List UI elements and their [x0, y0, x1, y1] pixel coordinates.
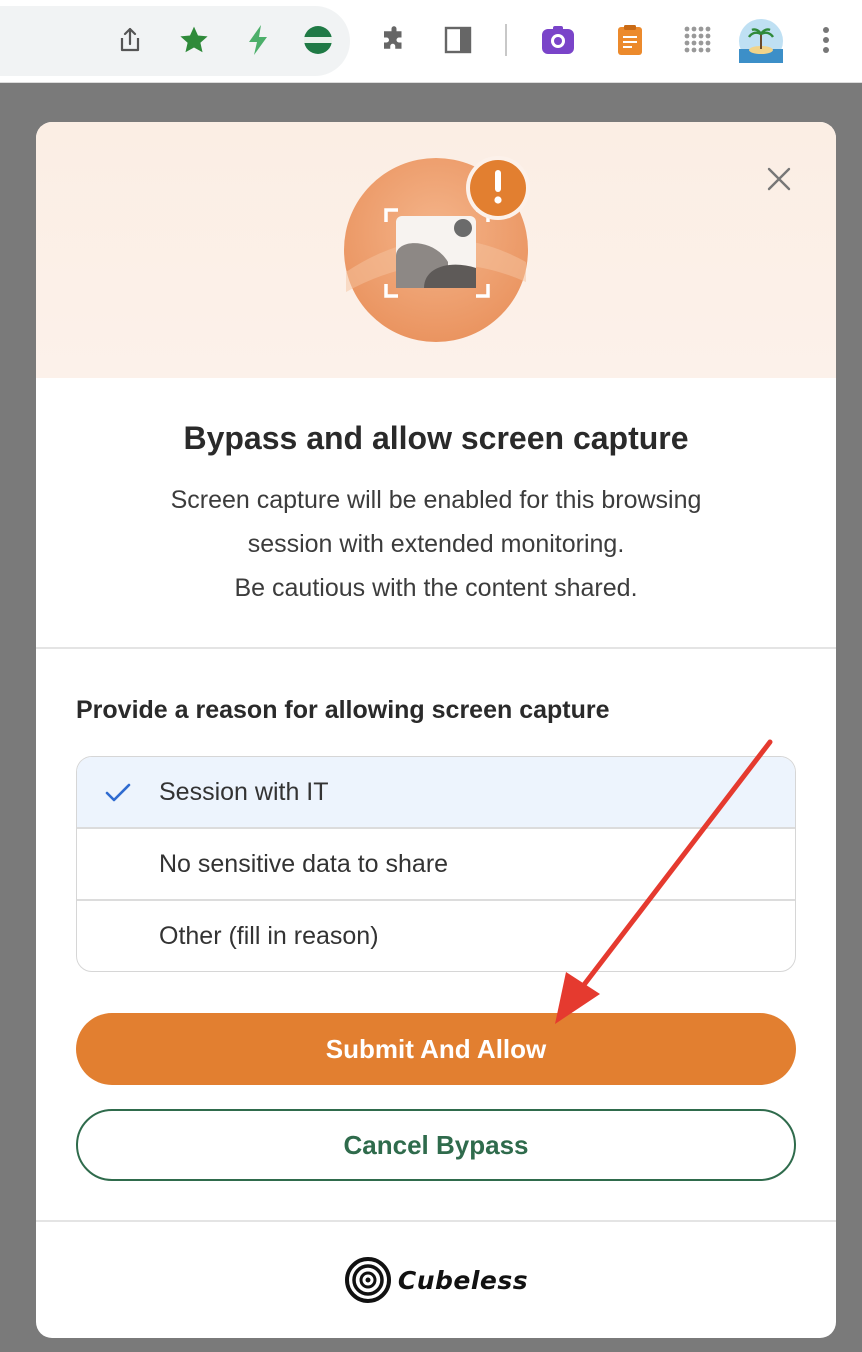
- close-icon: [767, 167, 791, 191]
- reason-option-no-sensitive-data[interactable]: No sensitive data to share: [77, 829, 795, 900]
- description-line: Be cautious with the content shared.: [234, 574, 638, 602]
- option-label: Session with IT: [159, 778, 329, 806]
- checkmark-icon: [77, 783, 159, 803]
- more-menu-icon[interactable]: [808, 22, 844, 58]
- puzzle-extensions-icon[interactable]: [376, 22, 412, 58]
- dialog-description: Screen capture will be enabled for this …: [76, 478, 796, 610]
- dialog-title: Bypass and allow screen capture: [183, 420, 689, 456]
- brand-footer: Cubeless: [36, 1252, 836, 1308]
- cancel-bypass-button[interactable]: Cancel Bypass: [76, 1109, 796, 1181]
- browser-toolbar: [0, 0, 862, 83]
- option-label: Other (fill in reason): [159, 921, 379, 950]
- camera-extension-icon[interactable]: [540, 22, 576, 58]
- apps-grid-icon[interactable]: [680, 22, 716, 58]
- brand-name: Cubeless: [397, 1265, 529, 1295]
- toolbar-separator: [505, 24, 507, 56]
- side-panel-icon[interactable]: [440, 22, 476, 58]
- share-icon[interactable]: [112, 22, 148, 58]
- address-bar-end[interactable]: [0, 6, 350, 76]
- cubeless-logo-icon: [344, 1257, 391, 1303]
- green-circle-extension-icon[interactable]: [300, 22, 336, 58]
- section-divider: [36, 647, 836, 649]
- reason-options-list: Session with IT No sensitive data to sha…: [76, 756, 796, 972]
- footer-divider: [36, 1220, 836, 1222]
- dialog-hero: [36, 122, 836, 378]
- close-button[interactable]: [758, 158, 800, 200]
- notes-extension-icon[interactable]: [612, 22, 648, 58]
- option-label: No sensitive data to share: [159, 849, 449, 878]
- bypass-dialog: Bypass and allow screen capture Screen c…: [36, 122, 836, 1338]
- description-line: session with extended monitoring.: [247, 530, 625, 558]
- submit-and-allow-button[interactable]: Submit And Allow: [76, 1013, 796, 1085]
- reason-option-other[interactable]: Other (fill in reason): [77, 901, 795, 972]
- profile-avatar[interactable]: [738, 18, 784, 64]
- screen-capture-warning-illustration: [336, 152, 536, 352]
- bookmark-star-icon[interactable]: [176, 22, 212, 58]
- reason-heading: Provide a reason for allowing screen cap…: [76, 696, 610, 724]
- description-line: Screen capture will be enabled for this …: [170, 486, 702, 514]
- lightning-extension-icon[interactable]: [240, 22, 276, 58]
- reason-option-session-with-it[interactable]: Session with IT: [77, 757, 795, 828]
